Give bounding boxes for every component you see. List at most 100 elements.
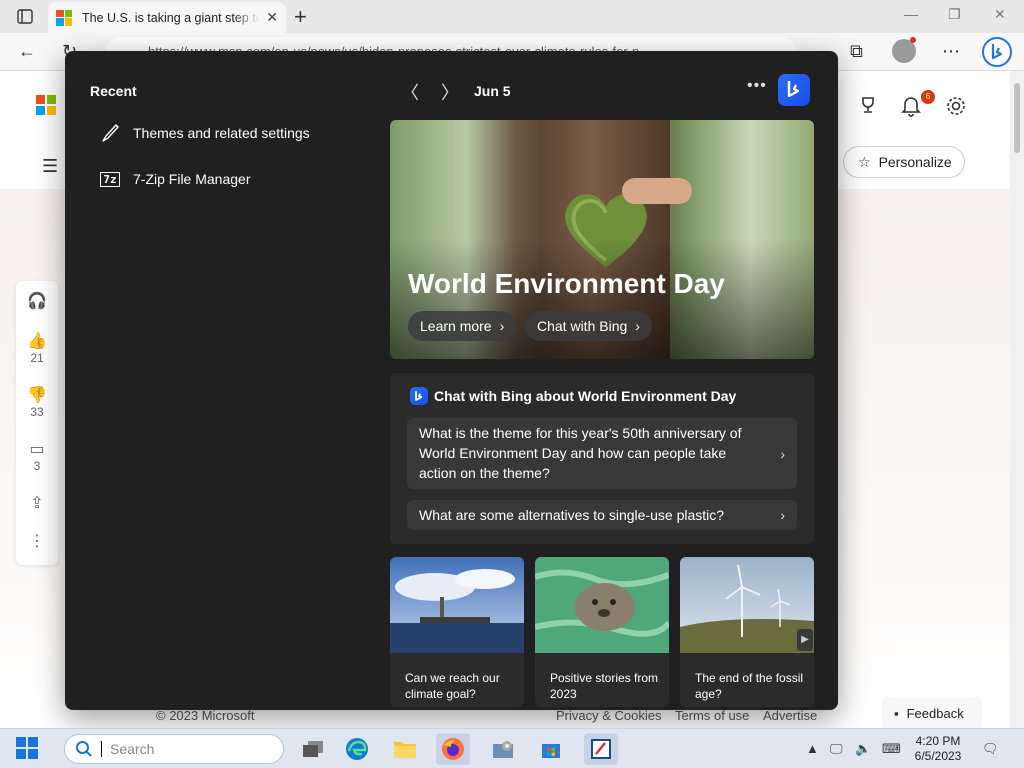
- comments-button[interactable]: ▭ 3: [16, 439, 58, 473]
- feedback-icon: ▪: [894, 705, 899, 721]
- previous-day-icon[interactable]: 〈: [401, 79, 419, 105]
- chevron-right-icon: ›: [780, 507, 785, 523]
- clock-date: 6/5/2023: [914, 749, 962, 763]
- chat-heading-text: Chat with Bing about World Environment D…: [434, 388, 737, 404]
- edge-browser-icon[interactable]: [340, 733, 374, 765]
- bing-small-icon: [410, 387, 428, 405]
- suggested-question[interactable]: What are some alternatives to single-use…: [407, 500, 797, 530]
- windows-start-icon[interactable]: [16, 737, 38, 759]
- bing-chat-suggestions: Chat with Bing about World Environment D…: [390, 373, 814, 544]
- feedback-button[interactable]: ▪ Feedback: [884, 698, 980, 728]
- like-button[interactable]: 👍 21: [16, 331, 58, 365]
- close-window-icon[interactable]: ✕: [994, 6, 1006, 23]
- card-caption: Positive stories from 2023: [550, 671, 659, 701]
- recent-item-label: 7-Zip File Manager: [133, 171, 251, 187]
- keyboard-icon[interactable]: ⌨: [882, 741, 901, 757]
- story-card[interactable]: Positive stories from 2023: [535, 557, 669, 707]
- task-view-icon[interactable]: [296, 733, 330, 765]
- search-icon: [76, 741, 92, 757]
- footer-terms-link[interactable]: Terms of use: [675, 708, 749, 723]
- microsoft-store-icon[interactable]: [534, 733, 568, 765]
- search-input[interactable]: [110, 741, 260, 757]
- 7zip-icon: 7z: [99, 168, 121, 190]
- more-options-icon[interactable]: •••: [747, 77, 767, 95]
- taskbar: ▲ 🖵 🔈 ⌨ 4:20 PM 6/5/2023 🗨: [0, 728, 1024, 768]
- footer-privacy-link[interactable]: Privacy & Cookies: [556, 708, 661, 723]
- settings-gear-icon[interactable]: [945, 95, 967, 123]
- notification-center-icon[interactable]: 🗨: [982, 741, 999, 757]
- footer-copyright: © 2023 Microsoft: [156, 708, 255, 723]
- personalize-button[interactable]: ☆ Personalize: [843, 146, 965, 178]
- more-options-button[interactable]: ⋮: [16, 531, 58, 551]
- next-day-icon[interactable]: 〉: [441, 79, 459, 105]
- footer-advertise-link[interactable]: Advertise: [763, 708, 817, 723]
- notification-badge: 6: [921, 90, 935, 104]
- article-action-rail: 🎧 👍 21 👎 33 ▭ 3 ⇪ ⋮: [16, 281, 58, 565]
- story-card[interactable]: Can we reach our climate goal?: [390, 557, 524, 707]
- chat-heading: Chat with Bing about World Environment D…: [410, 387, 736, 405]
- text-caret: [101, 741, 102, 757]
- system-clock[interactable]: 4:20 PM 6/5/2023: [906, 734, 970, 764]
- menu-icon[interactable]: ☰: [42, 156, 58, 177]
- vertical-ellipsis-icon: ⋮: [29, 533, 45, 550]
- headphones-icon: 🎧: [27, 293, 47, 310]
- card-caption: The end of the fossil age?: [695, 671, 804, 701]
- rewards-icon[interactable]: [858, 95, 878, 121]
- msn-favicon-icon: [56, 9, 72, 26]
- file-explorer-icon[interactable]: [388, 733, 422, 765]
- paintbrush-icon: [99, 122, 121, 144]
- story-card[interactable]: The end of the fossil age?: [680, 557, 814, 707]
- collections-icon[interactable]: ⧉: [850, 41, 863, 62]
- close-tab-icon[interactable]: ✕: [266, 9, 278, 26]
- recent-heading: Recent: [90, 83, 137, 99]
- climate-goal-thumbnail: [390, 557, 524, 653]
- firefox-icon[interactable]: [436, 733, 470, 765]
- card-caption: Can we reach our climate goal?: [405, 671, 500, 701]
- suggested-question[interactable]: What is the theme for this year's 50th a…: [407, 418, 797, 489]
- scrollbar-thumb[interactable]: [1014, 83, 1020, 153]
- comment-count: 3: [33, 459, 41, 473]
- dislike-count: 33: [30, 405, 44, 419]
- recent-item-label: Themes and related settings: [133, 125, 310, 141]
- minimize-icon[interactable]: —: [904, 6, 918, 22]
- dislike-button[interactable]: 👎 33: [16, 385, 58, 419]
- taskbar-search[interactable]: [64, 734, 284, 764]
- hero-title: World Environment Day: [408, 268, 725, 299]
- personalize-label: Personalize: [878, 154, 952, 170]
- control-panel-icon[interactable]: [486, 733, 520, 765]
- recent-item-themes[interactable]: Themes and related settings: [99, 118, 379, 148]
- paint-app-icon[interactable]: [584, 733, 618, 765]
- new-tab-icon[interactable]: +: [294, 4, 307, 30]
- chevron-right-icon: ›: [635, 318, 640, 334]
- thumbs-down-icon: 👎: [27, 387, 47, 404]
- bing-sidebar-icon[interactable]: [982, 37, 1012, 72]
- page-scrollbar[interactable]: [1010, 71, 1024, 728]
- notifications-bell-icon[interactable]: [901, 95, 921, 123]
- recent-item-7zip[interactable]: 7z 7-Zip File Manager: [99, 164, 379, 194]
- chat-with-bing-label: Chat with Bing: [537, 318, 628, 334]
- tab-actions-icon[interactable]: [10, 7, 38, 27]
- search-flyout: Recent Themes and related settings 7z 7-…: [65, 51, 838, 710]
- hero-image[interactable]: World Environment Day Learn more › Chat …: [390, 120, 814, 359]
- feedback-label: Feedback: [906, 705, 964, 721]
- show-hidden-icons-icon[interactable]: ▲: [806, 741, 819, 756]
- child-hand-image: [622, 178, 692, 204]
- seal-thumbnail: [535, 557, 669, 653]
- volume-icon[interactable]: 🔈: [855, 741, 871, 757]
- share-icon: ⇪: [30, 495, 44, 512]
- chat-with-bing-button[interactable]: Chat with Bing ›: [525, 311, 652, 341]
- browser-tab[interactable]: The U.S. is taking a giant step toward ✕: [48, 2, 286, 33]
- tab-title: The U.S. is taking a giant step toward: [82, 10, 261, 25]
- cards-next-icon[interactable]: ▶: [797, 629, 813, 651]
- network-icon[interactable]: 🖵: [830, 741, 843, 757]
- learn-more-button[interactable]: Learn more ›: [408, 311, 517, 341]
- back-icon[interactable]: ←: [18, 41, 36, 62]
- profile-notification-dot: [910, 37, 916, 43]
- bing-logo-icon[interactable]: [778, 74, 810, 106]
- restore-icon[interactable]: ❐: [948, 6, 961, 23]
- share-button[interactable]: ⇪: [16, 493, 58, 513]
- listen-button[interactable]: 🎧: [16, 291, 58, 311]
- settings-more-icon[interactable]: ⋯: [942, 41, 960, 62]
- microsoft-logo-icon[interactable]: [36, 95, 56, 115]
- chevron-right-icon: ›: [780, 445, 785, 462]
